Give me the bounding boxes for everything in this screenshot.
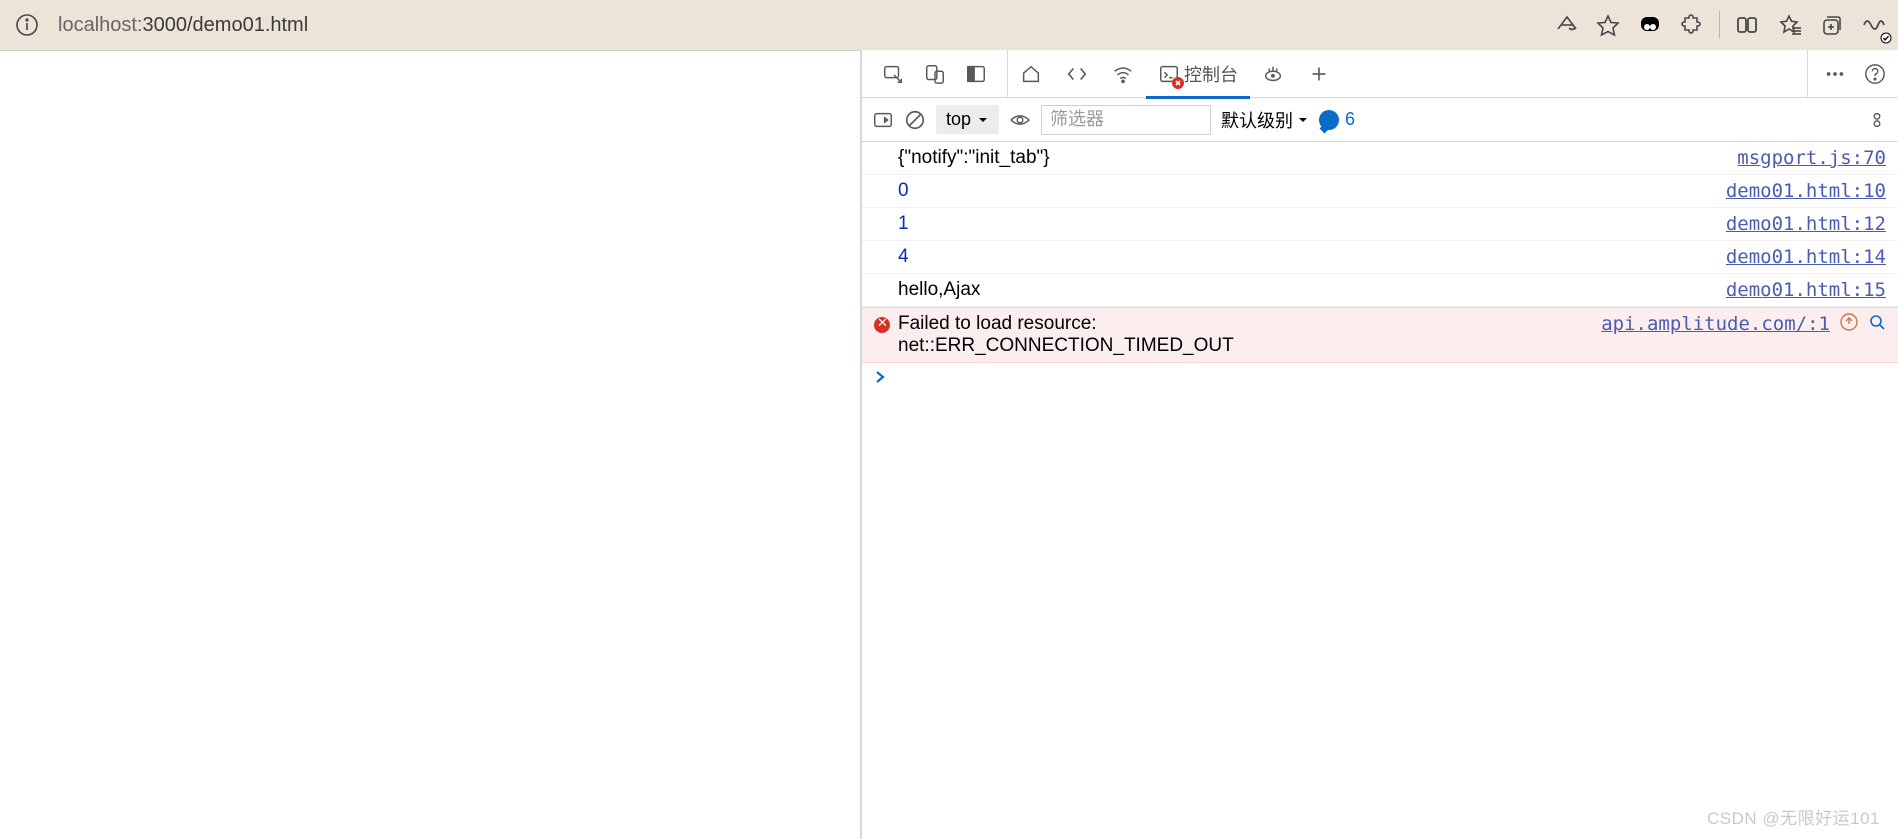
toggle-sidebar-icon[interactable] [872,109,894,131]
tab-add[interactable] [1296,50,1342,98]
console-row[interactable]: ✕ Failed to load resource: net::ERR_CONNE… [862,307,1898,363]
console-log-list: {"notify":"init_tab"}msgport.js:700demo0… [862,142,1898,363]
console-row[interactable]: 4demo01.html:14 [862,241,1898,274]
split-screen-icon[interactable] [1730,8,1764,42]
help-icon[interactable] [1864,63,1886,85]
devtools-tab-bar: 控制台 [862,50,1898,98]
tab-network[interactable] [1100,50,1146,98]
tab-console[interactable]: 控制台 [1146,50,1250,98]
page-viewport[interactable] [0,50,860,839]
console-message: hello,Ajax [898,279,1726,301]
tab-welcome[interactable] [1008,50,1054,98]
console-toolbar: top 默认级别 6 [862,98,1898,142]
search-icon[interactable] [1868,313,1886,331]
filter-input[interactable] [1041,105,1211,135]
site-info-icon[interactable] [10,8,44,42]
settings-gear-icon[interactable] [1866,109,1888,131]
console-message: 0 [898,180,1726,202]
context-selector-label: top [946,109,971,130]
console-source-link[interactable]: demo01.html:15 [1726,279,1886,301]
console-row[interactable]: 1demo01.html:12 [862,208,1898,241]
collections-icon[interactable] [1814,8,1848,42]
chevron-right-icon [872,369,888,385]
console-row[interactable]: {"notify":"init_tab"}msgport.js:70 [862,142,1898,175]
clear-console-icon[interactable] [904,109,926,131]
console-source-link[interactable]: api.amplitude.com/:1 [1601,313,1830,335]
goto-icon[interactable] [1840,313,1858,331]
log-level-label: 默认级别 [1221,107,1293,133]
chat-bubble-icon [1319,110,1339,130]
context-selector[interactable]: top [936,105,999,134]
console-message: 4 [898,246,1726,268]
console-row[interactable]: hello,Ajaxdemo01.html:15 [862,274,1898,307]
divider [1719,11,1720,39]
url-host: localhost: [58,14,143,36]
favorite-star-icon[interactable] [1591,8,1625,42]
chevron-down-icon [977,114,989,126]
console-prompt[interactable] [862,363,1898,391]
console-message: 1 [898,213,1726,235]
chevron-down-icon [1297,114,1309,126]
inspect-element-icon[interactable] [882,63,904,85]
hidden-messages-number: 6 [1345,109,1355,130]
tab-elements[interactable] [1054,50,1100,98]
console-row[interactable]: 0demo01.html:10 [862,175,1898,208]
console-source-link[interactable]: demo01.html:10 [1726,180,1886,202]
device-toggle-icon[interactable] [924,63,946,85]
console-message: Failed to load resource: net::ERR_CONNEC… [898,313,1601,357]
more-icon[interactable] [1824,63,1846,85]
address-bar: localhost:3000/demo01.html [0,0,1898,50]
error-actions [1840,313,1886,331]
console-source-link[interactable]: demo01.html:12 [1726,213,1886,235]
hidden-messages-count[interactable]: 6 [1319,109,1355,130]
tab-console-label: 控制台 [1184,61,1238,87]
log-level-selector[interactable]: 默认级别 [1221,107,1309,133]
live-expression-icon[interactable] [1009,109,1031,131]
watermark: CSDN @无限好运101 [1707,804,1880,829]
read-aloud-icon[interactable] [1549,8,1583,42]
dock-side-icon[interactable] [965,63,987,85]
favorites-list-icon[interactable] [1772,8,1806,42]
tab-sources[interactable] [1250,50,1296,98]
url-display[interactable]: localhost:3000/demo01.html [58,14,308,37]
url-path: 3000/demo01.html [143,14,309,36]
ext-blob-icon[interactable] [1633,8,1667,42]
error-badge-icon: ✕ [877,315,888,331]
console-source-link[interactable]: msgport.js:70 [1737,147,1886,169]
console-message: {"notify":"init_tab"} [898,147,1737,169]
extensions-puzzle-icon[interactable] [1675,8,1709,42]
devtools-panel: 控制台 [860,50,1898,839]
performance-icon[interactable] [1856,8,1890,42]
console-source-link[interactable]: demo01.html:14 [1726,246,1886,268]
